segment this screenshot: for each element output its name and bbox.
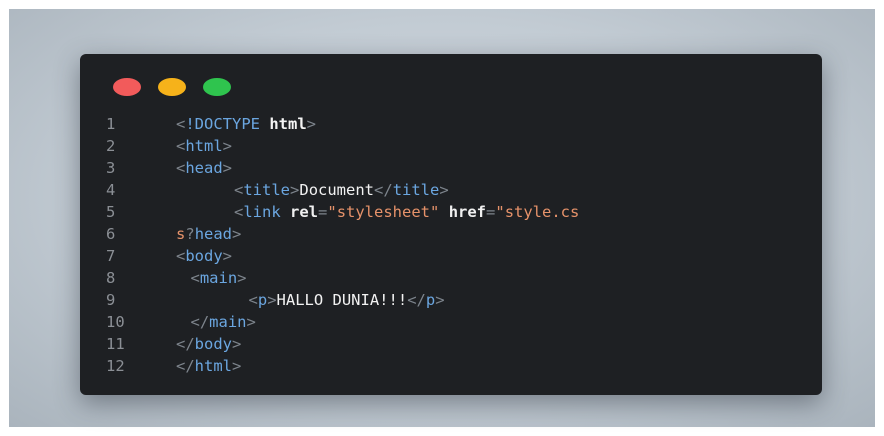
code-token: <	[248, 291, 258, 309]
code-token: Document	[299, 181, 375, 199]
code-token: HALLO DUNIA!!!	[276, 291, 408, 309]
code-line: 1 <!DOCTYPE html>	[106, 113, 822, 135]
code-token: href	[448, 203, 487, 221]
code-token: >	[306, 115, 317, 133]
code-text: <head>	[176, 157, 232, 179]
code-text: <p>HALLO DUNIA!!!</p>	[176, 289, 445, 311]
code-text: <html>	[176, 135, 232, 157]
code-line: 2 <html>	[106, 135, 822, 157]
code-token: html	[269, 115, 307, 133]
code-text: s?head>	[176, 223, 241, 245]
code-token: >	[246, 313, 256, 331]
line-number: 11	[106, 335, 125, 353]
window-controls	[113, 78, 231, 96]
code-token: >	[439, 181, 449, 199]
code-line: 12 </html>	[106, 355, 822, 377]
line-number: 7	[106, 247, 116, 265]
code-text: <!DOCTYPE html>	[176, 113, 316, 135]
code-token: <	[234, 181, 244, 199]
line-number: 9	[106, 291, 116, 309]
code-token: p	[425, 291, 436, 309]
code-token: "style.cs	[495, 203, 580, 221]
code-token: =	[318, 203, 328, 221]
code-token: main	[199, 269, 238, 287]
code-line: 8 <main>	[106, 267, 822, 289]
code-token: </	[407, 291, 426, 309]
code-token: </	[176, 335, 195, 353]
line-number: 2	[106, 137, 116, 155]
code-token: html	[185, 137, 223, 155]
code-token: >	[222, 247, 233, 265]
code-token: </	[374, 181, 393, 199]
code-token: <	[176, 159, 186, 177]
code-token: head	[194, 225, 233, 243]
line-number: 3	[106, 159, 116, 177]
close-dot-icon[interactable]	[113, 78, 141, 96]
code-token: ?	[185, 225, 195, 243]
code-line: 11 </body>	[106, 333, 822, 355]
code-line: 3 <head>	[106, 157, 822, 179]
code-token: rel	[290, 203, 319, 221]
code-token: main	[209, 313, 247, 331]
code-token: <	[176, 247, 186, 265]
code-text: </main>	[176, 311, 256, 333]
code-token: >	[267, 291, 277, 309]
code-text: <title>Document</title>	[176, 179, 449, 201]
code-token: body	[194, 335, 232, 353]
code-token: </	[176, 357, 195, 375]
code-line: 7 <body>	[106, 245, 822, 267]
minimize-dot-icon[interactable]	[158, 78, 186, 96]
code-token: >	[232, 335, 242, 353]
code-token: >	[222, 137, 233, 155]
code-token: s	[176, 225, 186, 243]
line-number: 4	[106, 181, 116, 199]
line-number: 8	[106, 269, 116, 287]
line-number: 10	[106, 313, 125, 331]
line-number: 12	[106, 357, 125, 375]
code-token: body	[185, 247, 223, 265]
code-token: "stylesheet"	[327, 203, 440, 221]
code-text: <body>	[176, 245, 232, 267]
code-line: 9 <p>HALLO DUNIA!!!</p>	[106, 289, 822, 311]
code-token: </	[190, 313, 210, 331]
code-token: >	[232, 357, 242, 375]
code-token: !DOCTYPE	[185, 115, 260, 133]
code-line: 4 <title>Document</title>	[106, 179, 822, 201]
maximize-dot-icon[interactable]	[203, 78, 231, 96]
code-line: 10 </main>	[106, 311, 822, 333]
code-window: 1 <!DOCTYPE html> 2 <html> 3 <head> 4 <title>Do…	[80, 54, 822, 395]
code-token: >	[290, 181, 300, 199]
code-token: >	[232, 225, 242, 243]
code-token: >	[237, 269, 247, 287]
code-line: 5 <link rel="stylesheet" href="style.cs	[106, 201, 822, 223]
code-text: <main>	[176, 267, 247, 289]
line-number: 6	[106, 225, 116, 243]
code-token: <	[176, 137, 186, 155]
line-number: 5	[106, 203, 116, 221]
code-token: <	[190, 269, 200, 287]
code-token: p	[257, 291, 268, 309]
code-token: html	[194, 357, 232, 375]
code-line: 6 s?head>	[106, 223, 822, 245]
code-token: link	[243, 203, 281, 221]
code-text: </html>	[176, 355, 241, 377]
code-token: <	[176, 115, 186, 133]
code-text: <link rel="stylesheet" href="style.cs	[176, 201, 579, 223]
code-token: title	[243, 181, 291, 199]
line-number: 1	[106, 115, 116, 133]
code-token: =	[486, 203, 496, 221]
code-token: head	[185, 159, 223, 177]
code-block: 1 <!DOCTYPE html> 2 <html> 3 <head> 4 <title>Do…	[106, 113, 822, 377]
code-text: </body>	[176, 333, 241, 355]
code-token: >	[222, 159, 233, 177]
code-token: <	[234, 203, 244, 221]
code-token: title	[392, 181, 440, 199]
code-token: >	[435, 291, 445, 309]
